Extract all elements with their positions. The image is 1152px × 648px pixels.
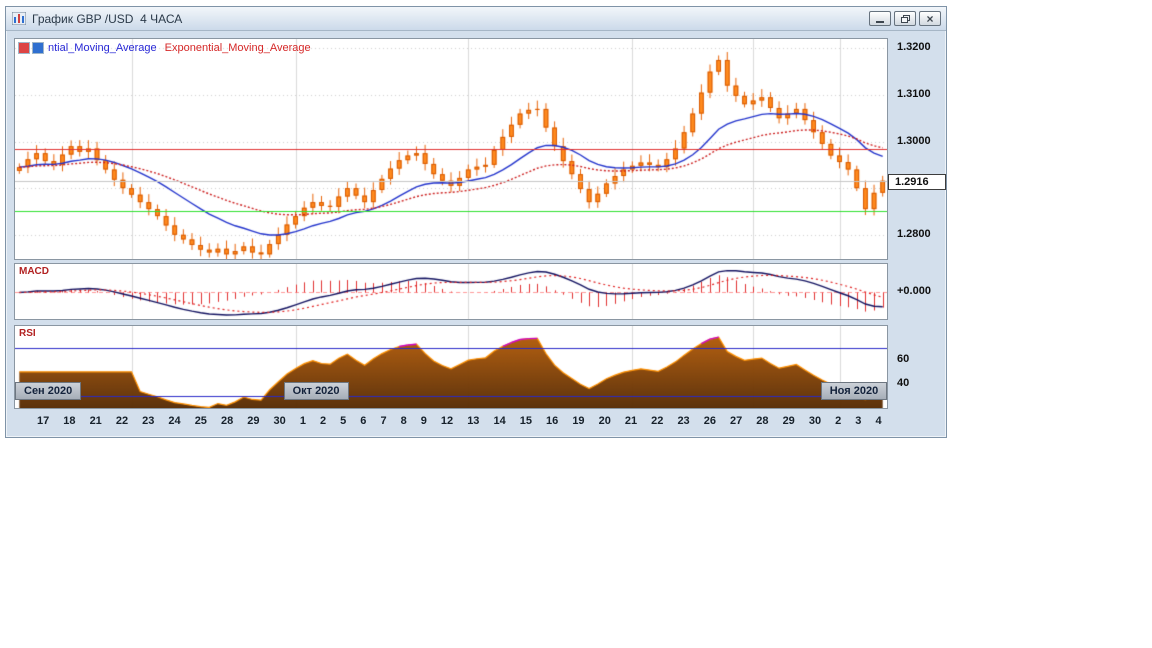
month-badge[interactable]: Сен 2020 xyxy=(15,382,82,400)
macd-label: MACD xyxy=(19,266,49,277)
time-tick: 17 xyxy=(37,415,50,427)
close-button[interactable]: × xyxy=(919,11,941,26)
time-tick: 5 xyxy=(340,415,347,427)
time-tick: 8 xyxy=(400,415,407,427)
minimize-button[interactable] xyxy=(869,11,891,26)
time-tick: 2 xyxy=(319,415,327,427)
macd-panel: MACD xyxy=(14,263,888,320)
red-marker-button[interactable] xyxy=(18,42,30,54)
time-tick: 23 xyxy=(142,415,155,427)
time-tick: 29 xyxy=(247,415,260,427)
time-tick: 13 xyxy=(467,415,480,427)
time-tick: 2 xyxy=(835,415,842,427)
time-tick: 25 xyxy=(194,415,207,427)
time-tick: 14 xyxy=(493,415,506,427)
restore-icon xyxy=(900,14,910,23)
rsi-axis-label: 40 xyxy=(897,376,910,389)
time-tick: 12 xyxy=(440,415,454,427)
time-tick: 1 xyxy=(299,415,306,427)
time-tick: 26 xyxy=(703,415,716,427)
time-tick: 22 xyxy=(651,415,664,427)
time-tick: 19 xyxy=(572,415,585,427)
titlebar[interactable]: График GBP /USD 4 ЧАСА × xyxy=(6,7,946,31)
time-axis[interactable]: 17 18 21 22 23 24 25 28 29 30 1 2 5 6 7 8 9 12 13 14 15 16 19 2… xyxy=(15,415,887,427)
time-tick: 30 xyxy=(808,415,822,427)
price-axis-label: 1.3000 xyxy=(897,134,931,147)
time-tick: 4 xyxy=(875,415,882,427)
price-axis-label: 1.3200 xyxy=(897,41,931,54)
price-panel: ntial_Moving_Average Exponential_Moving_… xyxy=(14,38,888,260)
rsi-canvas[interactable] xyxy=(15,326,887,408)
indicator-legend: ntial_Moving_Average Exponential_Moving_… xyxy=(18,42,311,54)
month-badge[interactable]: Окт 2020 xyxy=(283,382,349,400)
price-axis-label: 1.3100 xyxy=(897,87,931,100)
window-controls: × xyxy=(869,11,941,26)
time-tick: 22 xyxy=(115,415,129,427)
time-tick: 21 xyxy=(624,415,638,427)
restore-button[interactable] xyxy=(894,11,916,26)
time-tick: 15 xyxy=(519,415,532,427)
time-tick: 3 xyxy=(855,415,862,427)
time-tick: 28 xyxy=(756,415,769,427)
time-tick: 18 xyxy=(63,415,76,427)
time-tick: 24 xyxy=(168,415,181,427)
chart-window: График GBP /USD 4 ЧАСА × ntial_Moving_Av… xyxy=(5,6,947,438)
time-tick: 30 xyxy=(273,415,286,427)
price-axis-label: 1.2800 xyxy=(897,227,931,240)
time-tick: 27 xyxy=(730,415,743,427)
macd-canvas[interactable] xyxy=(15,264,887,319)
time-tick: 16 xyxy=(546,415,559,427)
price-axis: 1.32001.31001.30001.29001.2800 xyxy=(889,39,945,259)
macd-axis: +0.000 xyxy=(889,264,945,319)
time-tick: 28 xyxy=(220,415,234,427)
time-tick: 6 xyxy=(360,415,367,427)
window-title: График GBP /USD 4 ЧАСА xyxy=(32,11,183,26)
rsi-panel: RSI xyxy=(14,325,888,409)
rsi-axis-label: 60 xyxy=(897,352,910,365)
time-tick: 7 xyxy=(380,415,387,427)
ema-fast-label: ntial_Moving_Average xyxy=(48,42,157,54)
price-chart-canvas[interactable] xyxy=(15,39,887,259)
rsi-label: RSI xyxy=(19,328,36,339)
month-badge[interactable]: Ноя 2020 xyxy=(820,382,888,400)
ema-slow-label: Exponential_Moving_Average xyxy=(164,42,311,54)
time-tick: 29 xyxy=(782,415,795,427)
time-tick: 9 xyxy=(420,415,427,427)
minimize-icon xyxy=(876,21,884,23)
close-icon: × xyxy=(926,11,934,26)
time-tick: 23 xyxy=(677,415,690,427)
macd-axis-label: +0.000 xyxy=(897,284,931,297)
current-price-tag: 1.2916 xyxy=(888,173,946,190)
time-tick: 20 xyxy=(598,415,611,427)
chart-window-icon xyxy=(11,12,27,26)
chart-client-area: ntial_Moving_Average Exponential_Moving_… xyxy=(6,31,946,437)
rsi-axis: 60 40 xyxy=(889,326,945,408)
time-tick: 21 xyxy=(89,415,102,427)
blue-marker-button[interactable] xyxy=(32,42,44,54)
